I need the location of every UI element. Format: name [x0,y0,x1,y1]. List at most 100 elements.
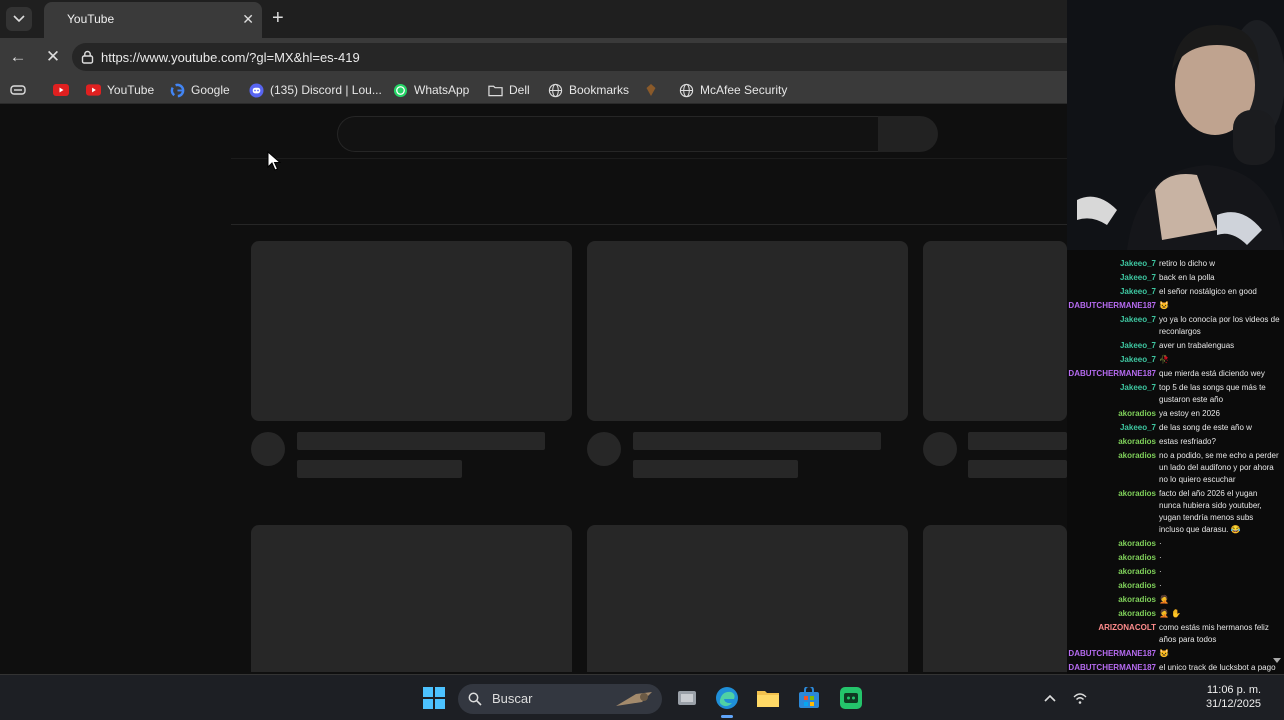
meta-placeholder [633,460,798,478]
chat-username[interactable]: akoradios [1067,608,1159,620]
tab-actions-button[interactable] [6,7,32,31]
chat-scroll-down-icon[interactable] [1273,658,1281,663]
meta-placeholder [297,460,462,478]
bookmark-label: WhatsApp [414,83,470,97]
bookmark-google[interactable]: Google [170,82,230,98]
chat-username[interactable]: akoradios [1067,488,1159,536]
chat-username[interactable]: akoradios [1067,566,1159,578]
chat-text: ya estoy en 2026 [1159,409,1220,418]
chat-username[interactable]: Jakeeo_7 [1067,422,1159,434]
site-info-icon[interactable] [81,50,94,64]
url-text: https://www.youtube.com/?gl=MX&hl=es-419 [101,50,360,65]
chat-text: 🤦 [1159,595,1169,604]
bookmark-youtube[interactable]: YouTube [86,82,154,98]
chat-username[interactable]: akoradios [1067,538,1159,550]
chat-text: · [1159,539,1162,548]
chat-message: akoradios no a podido, se me echo a perde… [1067,450,1284,486]
video-thumbnail-placeholder[interactable] [923,525,1067,672]
globe-icon [679,83,694,98]
bookmark-discord[interactable]: (135) Discord | Lou... [249,82,382,98]
channel-avatar-placeholder [251,432,285,466]
divider [231,224,1067,225]
chat-username[interactable]: akoradios [1067,580,1159,592]
tray-chevron-up-icon[interactable] [1036,684,1064,712]
extension-icon[interactable] [645,82,657,98]
search-input[interactable] [337,116,879,152]
meta-placeholder [968,460,1067,478]
video-thumbnail-placeholder[interactable] [251,241,572,421]
bookmark-label: McAfee Security [700,83,788,97]
chat-text: · [1159,553,1162,562]
chat-username[interactable]: DABUTCHERMANE187 [1067,300,1159,312]
bookmark-whatsapp[interactable]: WhatsApp [393,82,469,98]
bookmark-label: YouTube [107,83,155,97]
bookmark-label: Dell [509,83,530,97]
search-button[interactable] [878,116,938,152]
chat-text: top 5 de las songs que más te gustaron e… [1159,383,1266,404]
youtube-shortcut-icon[interactable] [53,82,69,98]
chat-message: akoradios ya estoy en 2026 [1067,408,1284,420]
file-explorer-icon[interactable] [754,684,782,712]
chat-text: el señor nostálgico en good [1159,287,1257,296]
chat-message: Jakeeo_7 top 5 de las songs que más te gu… [1067,382,1284,406]
chat-username[interactable]: DABUTCHERMANE187 [1067,648,1159,660]
stream-chat-overlay: Jakeeo_7 retiro lo dicho w Jakeeo_7 back en… [1067,250,1284,720]
bookmark-dell[interactable]: Dell [488,82,530,98]
chat-username[interactable]: DABUTCHERMANE187 [1067,662,1159,674]
new-tab-icon[interactable]: + [272,8,284,28]
chat-username[interactable]: DABUTCHERMANE187 [1067,368,1159,380]
bookmark-label: Bookmarks [569,83,630,97]
chat-text: 😺 [1159,301,1169,310]
microsoft-store-icon[interactable] [795,684,823,712]
bookmark-bookmarks[interactable]: Bookmarks [548,82,629,98]
chat-username[interactable]: Jakeeo_7 [1067,340,1159,352]
chat-message: Jakeeo_7 el señor nostálgico en good [1067,286,1284,298]
chat-message-list: Jakeeo_7 retiro lo dicho w Jakeeo_7 back en… [1067,250,1284,674]
chat-username[interactable]: Jakeeo_7 [1067,354,1159,366]
edge-browser-icon[interactable] [713,684,741,712]
tray-network-icon[interactable] [1066,684,1094,712]
chat-message: DABUTCHERMANE187 el unico track de lucksb… [1067,662,1284,674]
windows-start-icon[interactable] [420,684,448,712]
stop-loading-icon[interactable]: ✕ [42,47,64,67]
video-thumbnail-placeholder[interactable] [587,525,908,672]
streaming-app-icon[interactable] [837,684,865,712]
reading-list-icon[interactable] [10,82,26,98]
chat-username[interactable]: ARIZONACOLT [1067,622,1159,646]
globe-icon [548,83,563,98]
address-bar[interactable]: https://www.youtube.com/?gl=MX&hl=es-419 [72,43,1082,71]
close-tab-icon[interactable]: ✕ [242,11,254,27]
chat-text: aver un trabalenguas [1159,341,1235,350]
tray-clock[interactable]: 11:06 p. m. 31/12/2025 [1206,683,1261,711]
chat-text: 🤦 ✋ [1159,609,1182,618]
video-thumbnail-placeholder[interactable] [251,525,572,672]
taskbar: Buscar 11:06 p. m. 31/12/2025 [0,674,1284,720]
video-thumbnail-placeholder[interactable] [923,241,1067,421]
youtube-icon [86,83,101,98]
chat-username[interactable]: Jakeeo_7 [1067,314,1159,338]
chat-username[interactable]: akoradios [1067,436,1159,448]
chat-message: DABUTCHERMANE187 😺 [1067,300,1284,312]
bookmark-mcafee[interactable]: McAfee Security [679,82,787,98]
taskbar-search-box[interactable]: Buscar [458,684,662,714]
chat-username[interactable]: Jakeeo_7 [1067,272,1159,284]
chat-username[interactable]: Jakeeo_7 [1067,286,1159,298]
chevron-down-icon [13,15,25,23]
chat-username[interactable]: Jakeeo_7 [1067,258,1159,270]
chat-username[interactable]: akoradios [1067,408,1159,420]
channel-avatar-placeholder [587,432,621,466]
toolbar: ← ✕ https://www.youtube.com/?gl=MX&hl=es… [0,38,1082,76]
video-thumbnail-placeholder[interactable] [587,241,908,421]
taskbar-search-label: Buscar [492,691,533,706]
chat-text: que mierda está diciendo wey [1159,369,1265,378]
google-icon [170,83,185,98]
task-view-icon[interactable] [673,684,701,712]
tab-youtube[interactable]: YouTube ✕ [44,2,262,38]
back-icon[interactable]: ← [7,47,29,67]
chat-message: DABUTCHERMANE187 que mierda está diciendo… [1067,368,1284,380]
chat-username[interactable]: akoradios [1067,594,1159,606]
chat-username[interactable]: Jakeeo_7 [1067,382,1159,406]
chat-username[interactable]: akoradios [1067,450,1159,486]
chat-username[interactable]: akoradios [1067,552,1159,564]
bookmarks-bar: YouTube Google (135) Discord | Lou... Wh… [0,76,1067,104]
